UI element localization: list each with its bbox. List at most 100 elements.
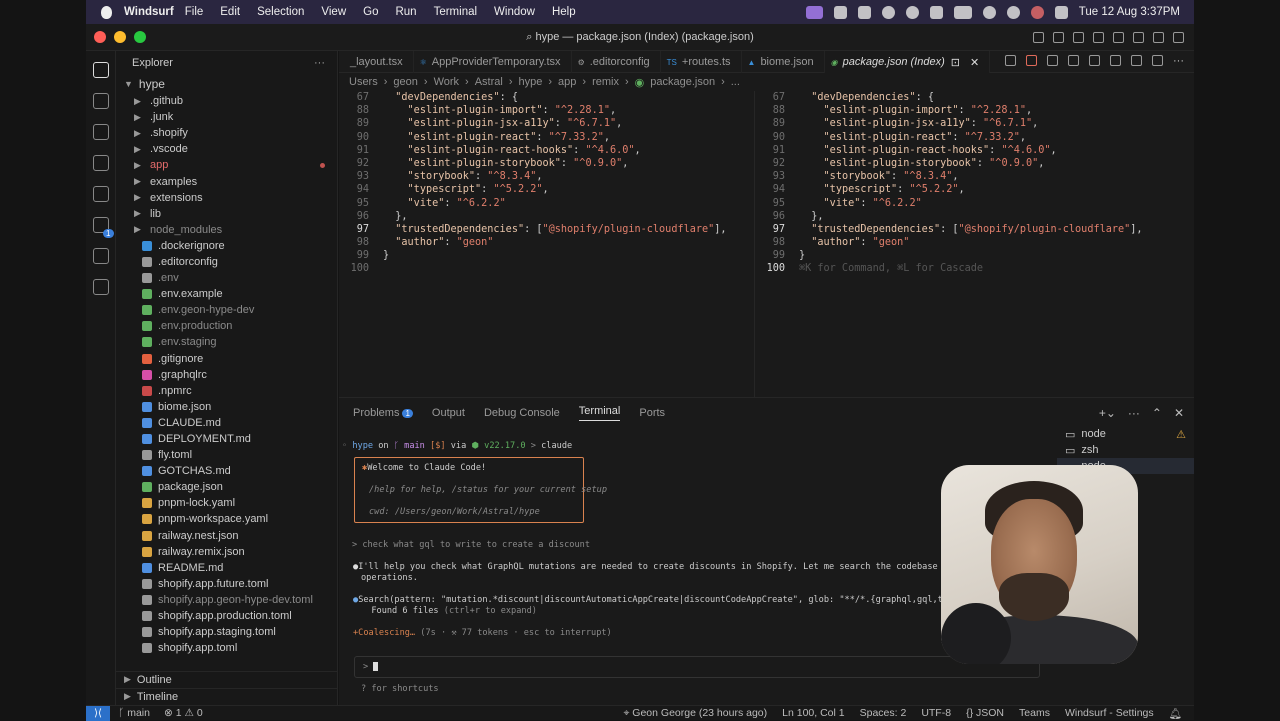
file-item[interactable]: .npmrc xyxy=(116,383,337,399)
file-item[interactable]: biome.json xyxy=(116,399,337,415)
tab-terminal[interactable]: Terminal xyxy=(578,405,621,421)
open-changes-icon[interactable] xyxy=(1005,55,1016,66)
windsurf-status-icon[interactable] xyxy=(833,5,847,19)
menu-edit[interactable]: Edit xyxy=(220,6,240,18)
folder-item[interactable]: ▶ .vscode xyxy=(116,141,337,157)
file-item[interactable]: railway.remix.json xyxy=(116,544,337,560)
tab-layout[interactable]: _layout.tsx xyxy=(339,51,414,73)
problems-indicator[interactable]: ⊗ 1 ⚠ 0 xyxy=(164,707,203,719)
breadcrumb-geon[interactable]: geon xyxy=(393,76,417,88)
tab-editorconfig[interactable]: ⚙ .editorconfig xyxy=(572,51,661,73)
language-mode[interactable]: {} JSON xyxy=(966,707,1004,720)
file-item[interactable]: CLAUDE.md xyxy=(116,415,337,431)
menu-go[interactable]: Go xyxy=(363,6,378,18)
split-editor-icon[interactable] xyxy=(1152,55,1163,66)
cascade-icon[interactable] xyxy=(92,248,109,264)
file-item[interactable]: .env.staging xyxy=(116,334,337,350)
teams-status[interactable]: Teams xyxy=(1019,707,1050,720)
file-item[interactable]: .env xyxy=(116,270,337,286)
swap-icon[interactable] xyxy=(1068,55,1079,66)
folder-item[interactable]: ▶ node_modules xyxy=(116,222,337,238)
cloud-icon[interactable] xyxy=(857,5,871,19)
tab-routes[interactable]: TS +routes.ts xyxy=(661,51,742,73)
file-item[interactable]: shopify.app.toml xyxy=(116,640,337,656)
folder-item[interactable]: ▶ examples xyxy=(116,173,337,189)
more-icon[interactable]: ··· xyxy=(1173,55,1184,67)
user-avatar-icon[interactable] xyxy=(1030,5,1044,19)
apple-icon[interactable] xyxy=(96,2,116,22)
stopwatch-icon[interactable] xyxy=(929,5,943,19)
menubar-clock[interactable]: Tue 12 Aug 3:37PM xyxy=(1079,6,1180,18)
settings-gear-icon[interactable] xyxy=(1133,31,1144,43)
remote-explorer-icon[interactable] xyxy=(92,186,109,202)
explorer-icon[interactable] xyxy=(92,62,109,78)
claude-input-box[interactable]: > xyxy=(354,656,1040,678)
windsurf-settings[interactable]: Windsurf - Settings xyxy=(1065,707,1154,720)
file-item[interactable]: shopify.app.production.toml xyxy=(116,608,337,624)
notifications-bell-icon[interactable]: 🔔︎ xyxy=(1169,707,1182,720)
toggle-panel-icon[interactable] xyxy=(1073,31,1084,43)
account-icon[interactable] xyxy=(1173,31,1184,43)
folder-item[interactable]: ▶ extensions xyxy=(116,190,337,206)
customize-layout-icon[interactable] xyxy=(1113,31,1124,43)
gear-icon[interactable] xyxy=(1047,55,1058,66)
tab-problems[interactable]: Problems 1 xyxy=(353,407,413,419)
breadcrumb-symbol[interactable]: ... xyxy=(731,76,740,88)
arrow-up-icon[interactable] xyxy=(1089,55,1100,66)
breadcrumb-hype[interactable]: hype xyxy=(519,76,543,88)
file-item[interactable]: GOTCHAS.md xyxy=(116,463,337,479)
file-item[interactable]: shopify.app.staging.toml xyxy=(116,624,337,640)
breadcrumb-work[interactable]: Work xyxy=(434,76,459,88)
app-menu[interactable]: Windsurf xyxy=(124,6,174,18)
menu-run[interactable]: Run xyxy=(395,6,416,18)
remote-indicator-icon[interactable]: ⟩⟨ xyxy=(86,705,110,721)
explorer-root-folder[interactable]: ▼ hype xyxy=(116,75,337,93)
more-actions-icon[interactable]: ··· xyxy=(314,57,325,69)
breadcrumb-remix[interactable]: remix xyxy=(592,76,619,88)
bolt-icon[interactable] xyxy=(881,5,895,19)
terminal-list-item[interactable]: ▭ zsh xyxy=(1057,442,1194,458)
indentation[interactable]: Spaces: 2 xyxy=(860,707,907,720)
control-center-icon[interactable] xyxy=(1054,5,1068,19)
search-icon[interactable] xyxy=(92,93,109,109)
new-terminal-icon[interactable]: +⌄ xyxy=(1099,406,1116,420)
spotlight-search-icon[interactable] xyxy=(1006,5,1020,19)
breadcrumb-app[interactable]: app xyxy=(558,76,576,88)
play-icon[interactable] xyxy=(905,5,919,19)
toggle-sidebar-icon[interactable] xyxy=(1053,31,1064,43)
more-icon[interactable]: ··· xyxy=(1128,406,1140,420)
menu-terminal[interactable]: Terminal xyxy=(434,6,477,18)
close-tab-icon[interactable]: ✕ xyxy=(970,56,979,69)
breadcrumb-astral[interactable]: Astral xyxy=(475,76,503,88)
git-blame[interactable]: ⌖ Geon George (23 hours ago) xyxy=(623,707,767,720)
encoding[interactable]: UTF-8 xyxy=(921,707,951,720)
arrow-down-icon[interactable] xyxy=(1110,55,1121,66)
file-item[interactable]: .env.geon-hype-dev xyxy=(116,302,337,318)
screen-recording-icon[interactable] xyxy=(805,5,823,19)
close-panel-icon[interactable]: ✕ xyxy=(1174,406,1184,420)
folder-item[interactable]: ▶ app xyxy=(116,157,337,173)
file-item[interactable]: .editorconfig xyxy=(116,254,337,270)
battery-icon[interactable] xyxy=(953,5,972,19)
tab-output[interactable]: Output xyxy=(432,407,465,419)
menu-view[interactable]: View xyxy=(321,6,346,18)
tab-package-json[interactable]: ◉ package.json (Index) ⊡ ✕ xyxy=(824,51,991,73)
file-item[interactable]: .env.example xyxy=(116,286,337,302)
file-item[interactable]: .dockerignore xyxy=(116,238,337,254)
tab-debug-console[interactable]: Debug Console xyxy=(484,407,560,419)
cursor-position[interactable]: Ln 100, Col 1 xyxy=(782,707,844,720)
tab-biome[interactable]: ▲ biome.json xyxy=(742,51,825,73)
menu-window[interactable]: Window xyxy=(494,6,535,18)
menu-selection[interactable]: Selection xyxy=(257,6,304,18)
outline-section[interactable]: ▶ Outline xyxy=(116,671,338,687)
maximize-panel-icon[interactable]: ⌃ xyxy=(1152,406,1162,420)
tab-appprovider[interactable]: ⚛ AppProviderTemporary.tsx xyxy=(414,51,572,73)
file-item[interactable]: railway.nest.json xyxy=(116,528,337,544)
branch-indicator[interactable]: ᚴ main xyxy=(118,707,150,719)
terminal-list-item[interactable]: ▭ node ⚠ xyxy=(1057,426,1194,442)
folder-item[interactable]: ▶ .github xyxy=(116,93,337,109)
timeline-section[interactable]: ▶ Timeline xyxy=(116,688,338,704)
file-item[interactable]: README.md xyxy=(116,560,337,576)
breadcrumb-file[interactable]: package.json xyxy=(650,76,715,88)
wifi-icon[interactable] xyxy=(982,5,996,19)
